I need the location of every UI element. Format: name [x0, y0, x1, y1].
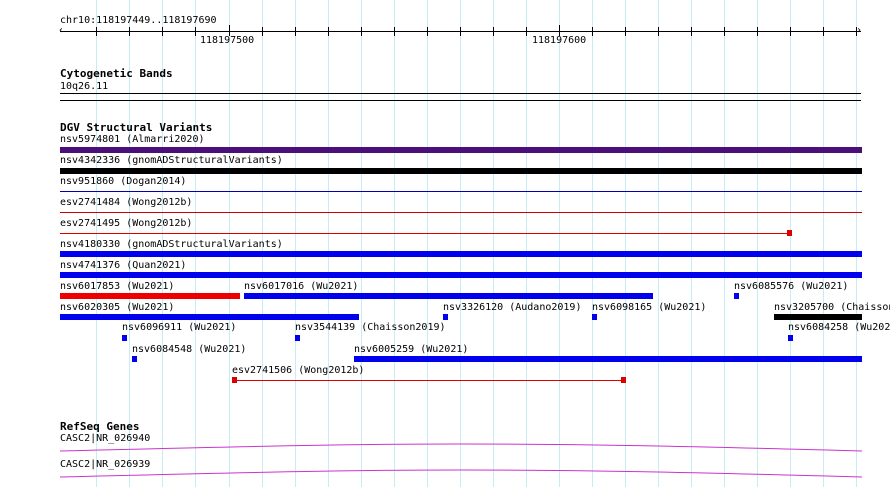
ruler-tick-label: 118197600 [532, 35, 587, 46]
feature-bar[interactable] [60, 293, 240, 299]
ruler-arrow-left: ‹ [58, 25, 65, 36]
feature-label: nsv3326120 (Audano2019) [443, 302, 582, 313]
feature-bar[interactable] [443, 314, 448, 320]
feature-bar[interactable] [244, 293, 653, 299]
locus-label: chr10:118197449..118197690 [60, 15, 217, 26]
feature-label: esv2741506 (Wong2012b) [232, 365, 365, 376]
feature-bar[interactable] [122, 335, 127, 341]
feature-bar[interactable] [60, 314, 359, 320]
feature-bar[interactable] [60, 272, 862, 278]
feature-bar[interactable] [788, 335, 793, 341]
feature-end-marker [787, 230, 792, 236]
feature-label: nsv6005259 (Wu2021) [354, 344, 469, 355]
feature-bar[interactable] [354, 356, 862, 362]
track-title-cytoband: Cytogenetic Bands [60, 67, 173, 80]
gene-line[interactable] [60, 466, 862, 482]
feature-label: nsv4342336 (gnomADStructuralVariants) [60, 155, 283, 166]
feature-label: nsv3544139 (Chaisson2019) [295, 322, 446, 333]
feature-label: esv2741495 (Wong2012b) [60, 218, 193, 229]
feature-line[interactable] [60, 233, 792, 234]
feature-label: nsv6084548 (Wu2021) [132, 344, 247, 355]
feature-label: nsv6085576 (Wu2021) [734, 281, 849, 292]
feature-bar[interactable] [592, 314, 597, 320]
feature-label: nsv4180330 (gnomADStructuralVariants) [60, 239, 283, 250]
feature-label: esv2741484 (Wong2012b) [60, 197, 193, 208]
cytoband-label: 10q26.11 [60, 81, 109, 92]
track-separator [60, 100, 861, 101]
feature-label: nsv4741376 (Quan2021) [60, 260, 187, 271]
ruler-tick-label: 118197500 [200, 35, 255, 46]
feature-bar[interactable] [132, 356, 137, 362]
track-title-refseq: RefSeq Genes [60, 420, 140, 433]
feature-bar[interactable] [774, 314, 862, 320]
feature-end-marker [621, 377, 626, 383]
feature-label: nsv6017016 (Wu2021) [244, 281, 359, 292]
feature-label: nsv6096911 (Wu2021) [122, 322, 237, 333]
feature-bar[interactable] [295, 335, 300, 341]
genome-browser-view: chr10:118197449..118197690 ‹ › 118197500… [0, 0, 890, 487]
feature-label: nsv6098165 (Wu2021) [592, 302, 707, 313]
feature-line[interactable] [60, 191, 862, 192]
feature-bar[interactable] [60, 251, 862, 257]
feature-line[interactable] [60, 212, 862, 213]
cytoband-line[interactable] [60, 93, 861, 94]
feature-label: nsv5974801 (Almarri2020) [60, 134, 205, 145]
feature-label: nsv6084258 (Wu202 [788, 322, 890, 333]
feature-bar[interactable] [734, 293, 739, 299]
feature-bar[interactable] [60, 147, 862, 153]
feature-label: nsv951860 (Dogan2014) [60, 176, 187, 187]
feature-label: nsv6020305 (Wu2021) [60, 302, 175, 313]
feature-label: nsv6017853 (Wu2021) [60, 281, 175, 292]
gene-line[interactable] [60, 440, 862, 456]
feature-line[interactable] [232, 380, 625, 381]
feature-label: nsv3205700 (Chaisson [774, 302, 890, 313]
track-title-dgv: DGV Structural Variants [60, 121, 213, 134]
feature-bar[interactable] [60, 168, 862, 174]
